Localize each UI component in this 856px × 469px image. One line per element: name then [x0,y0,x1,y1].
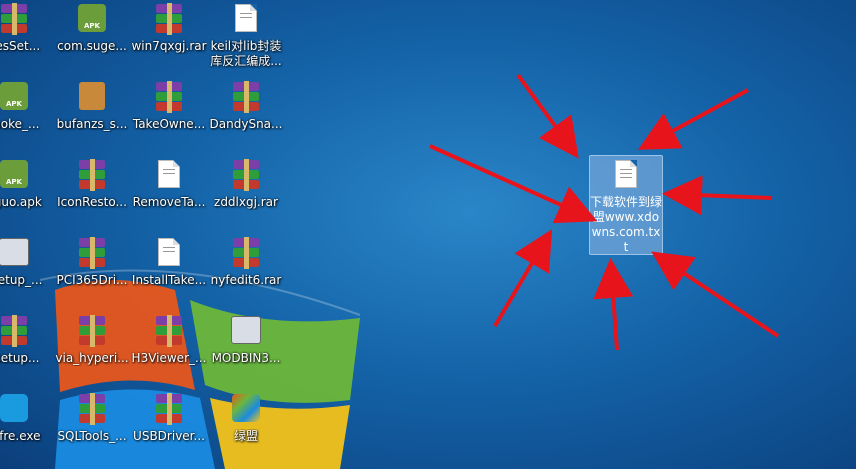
desktop-icon[interactable]: via_hyperi... [54,312,130,386]
desktop-icon-label: RemoveTa... [132,195,206,209]
desktop-icon-label: _setup_... [0,273,43,287]
archive-rar-icon [76,159,108,192]
desktop-icon-label: via_hyperi... [55,351,129,365]
desktop-icon[interactable]: SQLTools_... [54,390,130,464]
desktop-icon[interactable]: APK com.suge... [54,0,130,74]
desktop-icon[interactable]: H3Viewer_... [131,312,207,386]
archive-rar-icon [230,237,262,270]
apk-package-icon: APK [0,160,30,192]
archive-rar-icon [153,393,185,426]
desktop-icon-label: _setup... [0,351,40,365]
archive-rar-icon [153,315,185,348]
desktop-icon-label: SQLTools_... [57,429,127,443]
desktop-icon[interactable]: MODBIN3... [208,312,284,386]
application-icon [230,316,262,348]
document-file-icon [153,160,185,192]
desktop-icon-label: nesSet... [0,39,41,53]
archive-rar-icon [230,81,262,114]
desktop-icon-label: MODBIN3... [211,351,281,365]
desktop-icon-label: InstallTake... [131,273,207,287]
wifi-app-icon [0,394,30,426]
archive-rar-icon [76,237,108,270]
package-box-icon [76,82,108,114]
desktop-icon-label: DandySna... [209,117,283,131]
archive-rar-icon [153,81,185,114]
apk-package-icon: APK [76,4,108,36]
desktop-icon[interactable]: IconResto... [54,156,130,230]
application-icon [0,238,30,270]
desktop-icon[interactable]: PCI365Dri... [54,234,130,308]
desktop-icon-label: H3Viewer_... [131,351,207,365]
selected-txt-file-icon[interactable]: 下载软件到绿盟www.xdowns.com.txt [589,155,663,255]
desktop-icon-label: PCI365Dri... [56,273,128,287]
desktop-icon[interactable]: zddlxgj.rar [208,156,284,230]
desktop-icon[interactable]: TakeOwne... [131,78,207,152]
apk-package-icon: APK [0,82,30,114]
desktop-icon[interactable]: RemoveTa... [131,156,207,230]
desktop-icon[interactable]: DandySna... [208,78,284,152]
desktop-icon-label: TakeOwne... [132,117,206,131]
desktop-icon-label: 绿盟 [233,429,258,443]
desktop-icon-label: USBDriver... [133,429,205,443]
archive-rar-icon [76,393,108,426]
archive-rar-icon [230,159,262,192]
desktop-icon[interactable]: bufanzs_s... [54,78,130,152]
desktop-icon-label: bufanzs_s... [56,117,128,131]
desktop-icon[interactable]: _setup... [0,312,52,386]
desktop-icon-label: keil对lib封装库反汇编成... [210,39,282,68]
desktop-icon[interactable]: APK raoke_... [0,78,52,152]
archive-rar-icon [76,315,108,348]
archive-rar-icon [0,315,30,348]
desktop-icon-label: raoke_... [0,117,40,131]
desktop-icon[interactable]: nyfedit6.rar [208,234,284,308]
document-file-icon [153,238,185,270]
desktop-icon[interactable]: USBDriver... [131,390,207,464]
desktop-icon-label: com.suge... [57,39,127,53]
desktop-icon[interactable]: win7qxgj.rar [131,0,207,74]
document-file-icon [230,4,262,36]
desktop-icon-label: uffre.exe [0,429,41,443]
desktop-icon[interactable]: _setup_... [0,234,52,308]
desktop-icon-label: nguo.apk [0,195,42,209]
desktop-icon[interactable]: keil对lib封装库反汇编成... [208,0,284,74]
desktop-icon-label: win7qxgj.rar [131,39,207,53]
desktop-icon-label: nyfedit6.rar [210,273,282,287]
selected-file-label: 下载软件到绿盟www.xdowns.com.txt [590,195,662,254]
desktop-icon[interactable]: APK nguo.apk [0,156,52,230]
desktop-icon[interactable]: uffre.exe [0,390,52,464]
desktop-icon[interactable]: InstallTake... [131,234,207,308]
shortcut-app-icon [230,394,262,426]
desktop-icon-label: IconResto... [57,195,127,209]
desktop-icon[interactable]: nesSet... [0,0,52,74]
text-file-icon [610,160,642,192]
desktop-icon[interactable]: 绿盟 [208,390,284,464]
archive-rar-icon [153,3,185,36]
desktop-icon-label: zddlxgj.rar [214,195,278,209]
archive-rar-icon [0,3,30,36]
